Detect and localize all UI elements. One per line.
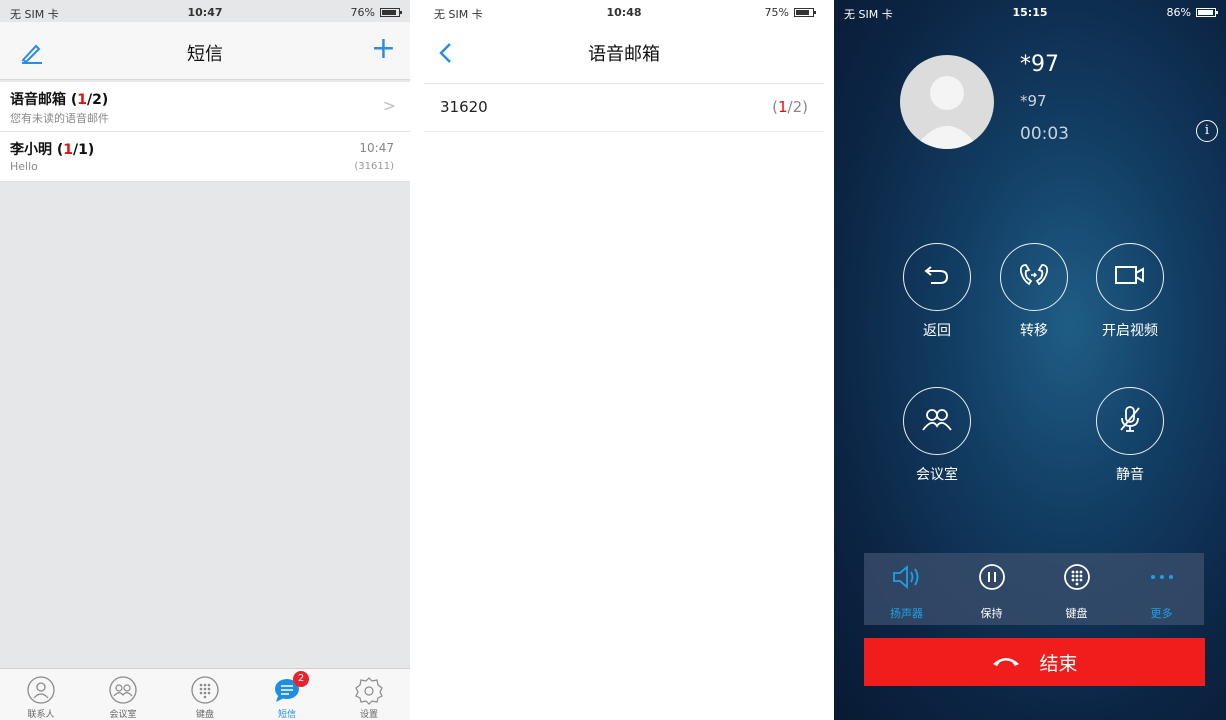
list-item-contact[interactable]: 李小明 (1/1) Hello 10:47 (31611) <box>0 132 410 182</box>
tab-keypad[interactable]: 键盘 <box>164 669 246 720</box>
keypad-icon <box>190 675 220 705</box>
hangup-icon <box>991 651 1021 673</box>
tab-messages[interactable]: 2 短信 <box>246 669 328 720</box>
tab-label: 设置 <box>359 710 378 720</box>
battery-icon <box>380 8 402 17</box>
conference-button[interactable]: 会议室 <box>892 387 982 484</box>
conference-icon <box>920 406 954 436</box>
transfer-icon <box>1017 262 1051 292</box>
conference-icon <box>108 675 138 705</box>
tab-conference[interactable]: 会议室 <box>82 669 164 720</box>
hold-icon <box>976 561 1008 593</box>
voicemail-item[interactable]: 31620 (1/2) <box>424 84 824 132</box>
return-button[interactable]: 返回 <box>892 243 982 340</box>
speaker-button[interactable]: 扬声器 <box>864 553 949 625</box>
unread-badge: 2 <box>293 671 309 687</box>
tab-bar: 联系人 会议室 键盘 2 短信 设置 <box>0 668 410 720</box>
caller-name: *97 <box>1020 52 1059 77</box>
tab-label: 键盘 <box>195 710 214 720</box>
battery-icon <box>794 8 816 17</box>
battery-percent: 75% <box>764 6 789 19</box>
call-screen: 无 SIM 卡 15:15 86% *97 *97 00:03 i 返回 转移 … <box>834 0 1226 720</box>
voicemail-count: (1/2) <box>772 98 808 116</box>
call-timer: 00:03 <box>1020 124 1069 144</box>
video-button[interactable]: 开启视频 <box>1085 243 1175 340</box>
tab-label: 会议室 <box>109 710 137 720</box>
panel-label: 扬声器 <box>890 607 923 620</box>
add-icon[interactable]: + <box>371 34 396 64</box>
button-label: 返回 <box>923 323 951 339</box>
message-list: 语音邮箱 (1/2) 您有未读的语音邮件 > 李小明 (1/1) Hello 1… <box>0 82 410 182</box>
hold-button[interactable]: 保持 <box>949 553 1034 625</box>
avatar <box>900 55 994 149</box>
keypad-button[interactable]: 键盘 <box>1034 553 1119 625</box>
tab-label: 联系人 <box>27 710 55 720</box>
tab-contacts[interactable]: 联系人 <box>0 669 82 720</box>
status-bar: 无 SIM 卡 15:15 86% <box>834 0 1226 22</box>
mute-button[interactable]: 静音 <box>1085 387 1175 484</box>
battery-indicator: 86% <box>1166 6 1218 19</box>
battery-indicator: 76% <box>350 6 402 19</box>
voicemail-screen: 无 SIM 卡 10:48 75% 语音邮箱 31620 (1/2) <box>424 0 824 720</box>
more-icon <box>1146 561 1178 593</box>
item-title: 李小明 (1/1) <box>10 142 95 158</box>
tab-settings[interactable]: 设置 <box>328 669 410 720</box>
settings-icon <box>354 675 384 705</box>
call-controls-panel: 扬声器 保持 键盘 更多 <box>864 553 1204 625</box>
mute-icon <box>1117 404 1143 438</box>
return-icon <box>923 263 951 291</box>
status-bar: 无 SIM 卡 10:48 75% <box>424 0 824 22</box>
messages-screen: 无 SIM 卡 10:47 76% 短信 + 语音邮箱 (1/2) 您有未读的语… <box>0 0 410 720</box>
item-subtitle: 您有未读的语音邮件 <box>10 112 109 125</box>
info-icon[interactable]: i <box>1196 120 1218 142</box>
battery-percent: 86% <box>1166 6 1191 19</box>
tab-label: 短信 <box>277 710 296 720</box>
button-label: 静音 <box>1116 467 1144 483</box>
panel-label: 更多 <box>1150 607 1173 620</box>
item-subtitle: Hello <box>10 160 38 173</box>
more-button[interactable]: 更多 <box>1119 553 1204 625</box>
speaker-icon <box>891 561 923 593</box>
status-time: 10:47 <box>187 6 223 19</box>
battery-icon <box>1196 8 1218 17</box>
item-title: 语音邮箱 (1/2) <box>10 92 109 108</box>
item-number: (31611) <box>354 161 394 172</box>
contacts-icon <box>26 675 56 705</box>
end-call-label: 结束 <box>1039 652 1078 675</box>
transfer-button[interactable]: 转移 <box>989 243 1079 340</box>
page-title: 短信 <box>187 44 223 65</box>
list-item-voicemail[interactable]: 语音邮箱 (1/2) 您有未读的语音邮件 > <box>0 82 410 132</box>
panel-label: 保持 <box>980 607 1003 620</box>
item-time: 10:47 <box>359 141 394 155</box>
caller-number: *97 <box>1020 92 1047 110</box>
keypad-icon <box>1061 561 1093 593</box>
button-label: 转移 <box>1020 323 1048 339</box>
nav-bar: 短信 + <box>0 22 410 80</box>
panel-label: 键盘 <box>1065 607 1088 620</box>
nav-bar: 语音邮箱 <box>424 22 824 84</box>
video-icon <box>1114 264 1146 290</box>
voicemail-number: 31620 <box>440 98 488 116</box>
page-title: 语音邮箱 <box>588 44 660 65</box>
battery-indicator: 75% <box>764 6 816 19</box>
button-label: 开启视频 <box>1102 323 1158 339</box>
chevron-right-icon: > <box>382 96 396 115</box>
status-bar: 无 SIM 卡 10:47 76% <box>0 0 410 22</box>
button-label: 会议室 <box>916 467 958 483</box>
battery-percent: 76% <box>350 6 375 19</box>
end-call-button[interactable]: 结束 <box>864 638 1205 686</box>
